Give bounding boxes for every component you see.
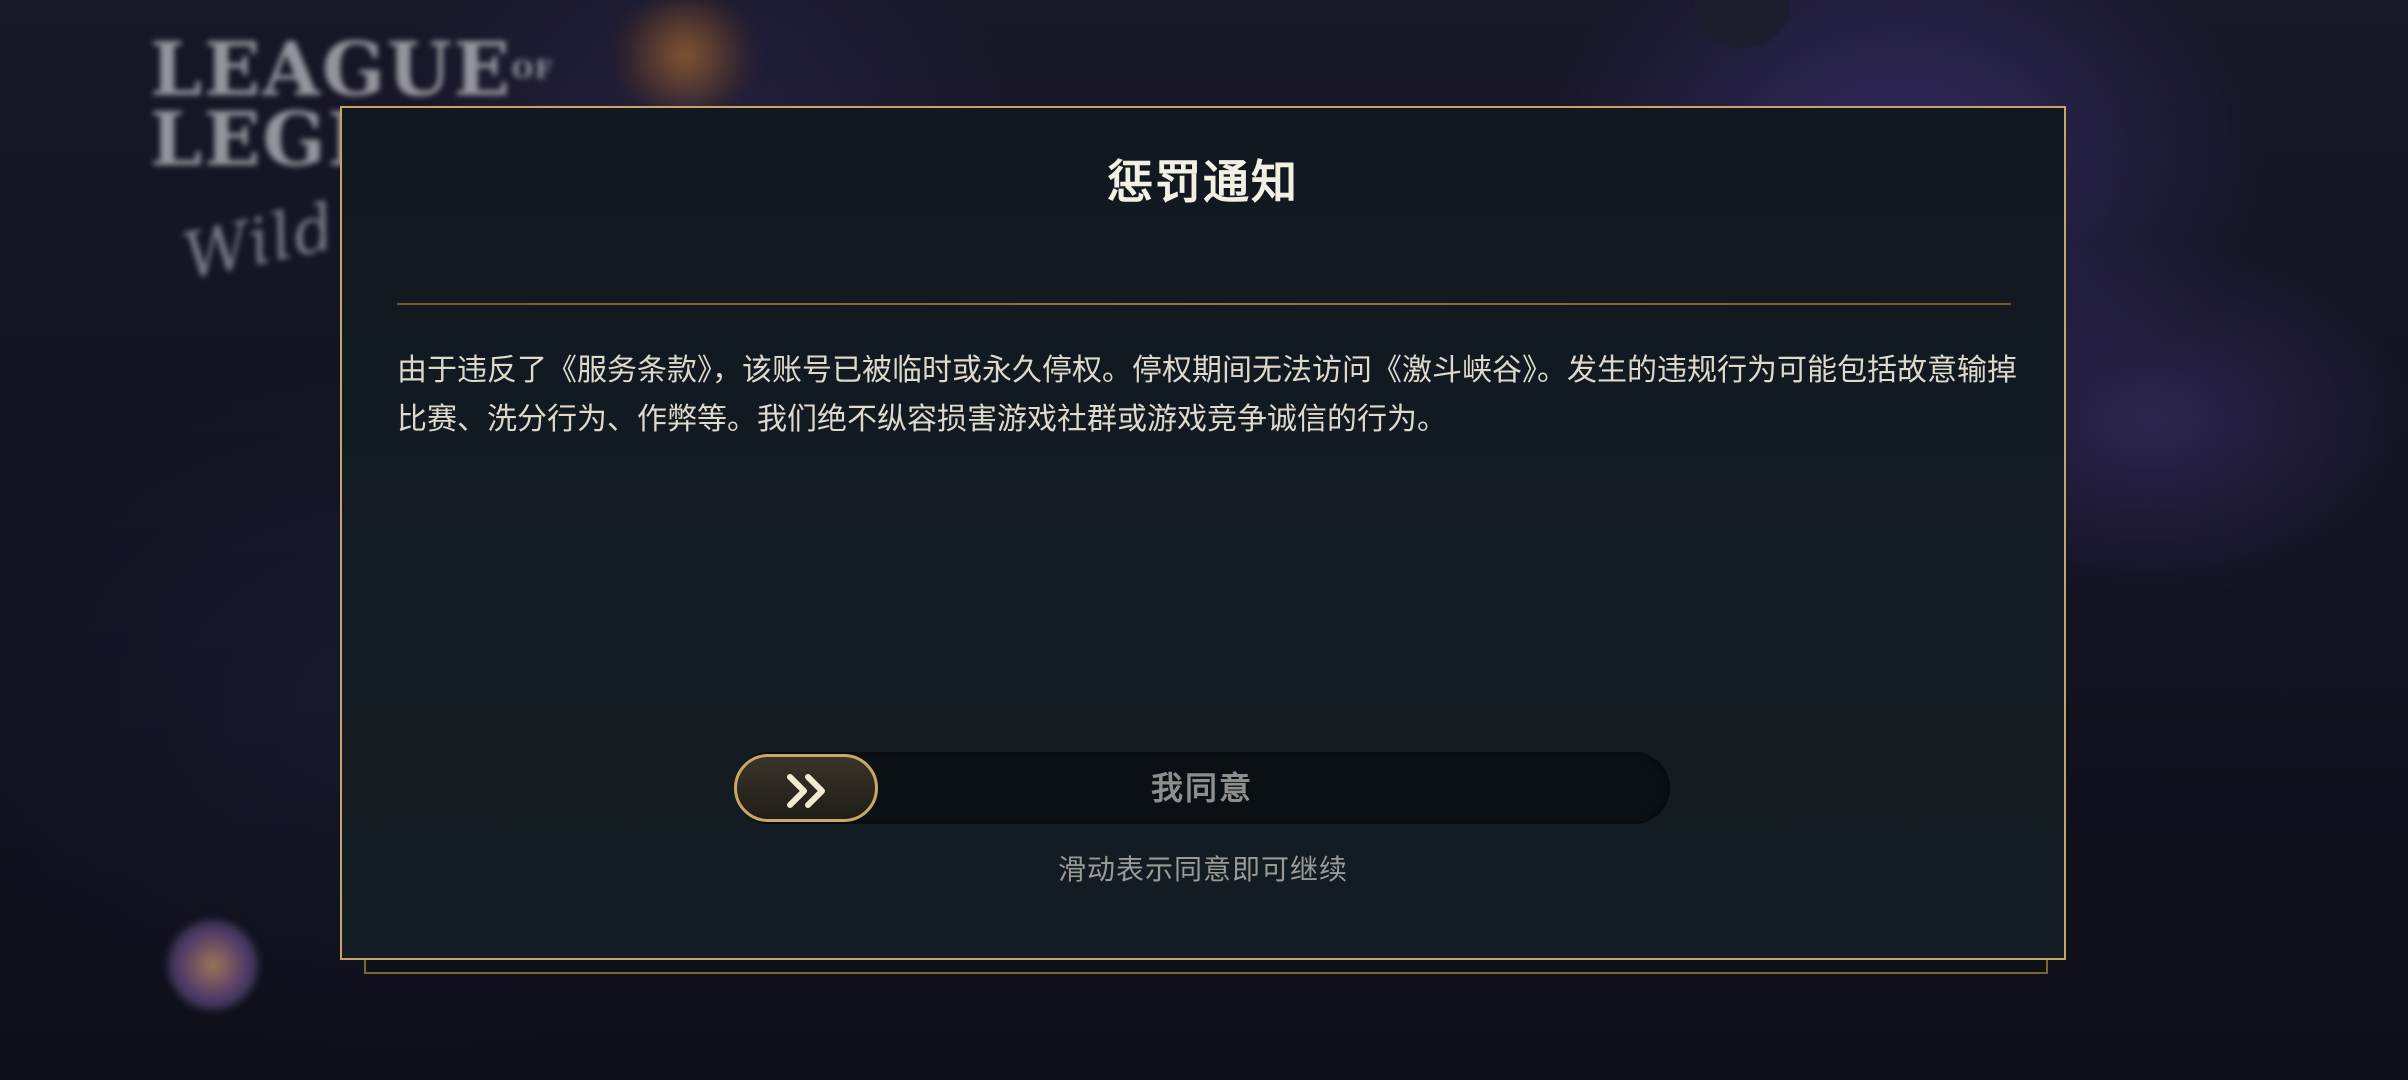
slider-hint-text: 滑动表示同意即可继续 <box>1057 853 1348 886</box>
dialog-message: 由于违反了《服务条款》，该账号已被临时或永久停权。停权期间无法访问《激斗峡谷》。… <box>397 353 2017 437</box>
agree-slider-handle[interactable] <box>734 754 878 822</box>
double-chevron-right-icon <box>787 774 825 808</box>
penalty-notice-dialog: 惩罚通知 由于违反了《服务条款》，该账号已被临时或永久停权。停权期间无法访问《激… <box>340 106 2066 960</box>
title-divider <box>397 303 2011 305</box>
dialog-title: 惩罚通知 <box>1107 155 1299 209</box>
